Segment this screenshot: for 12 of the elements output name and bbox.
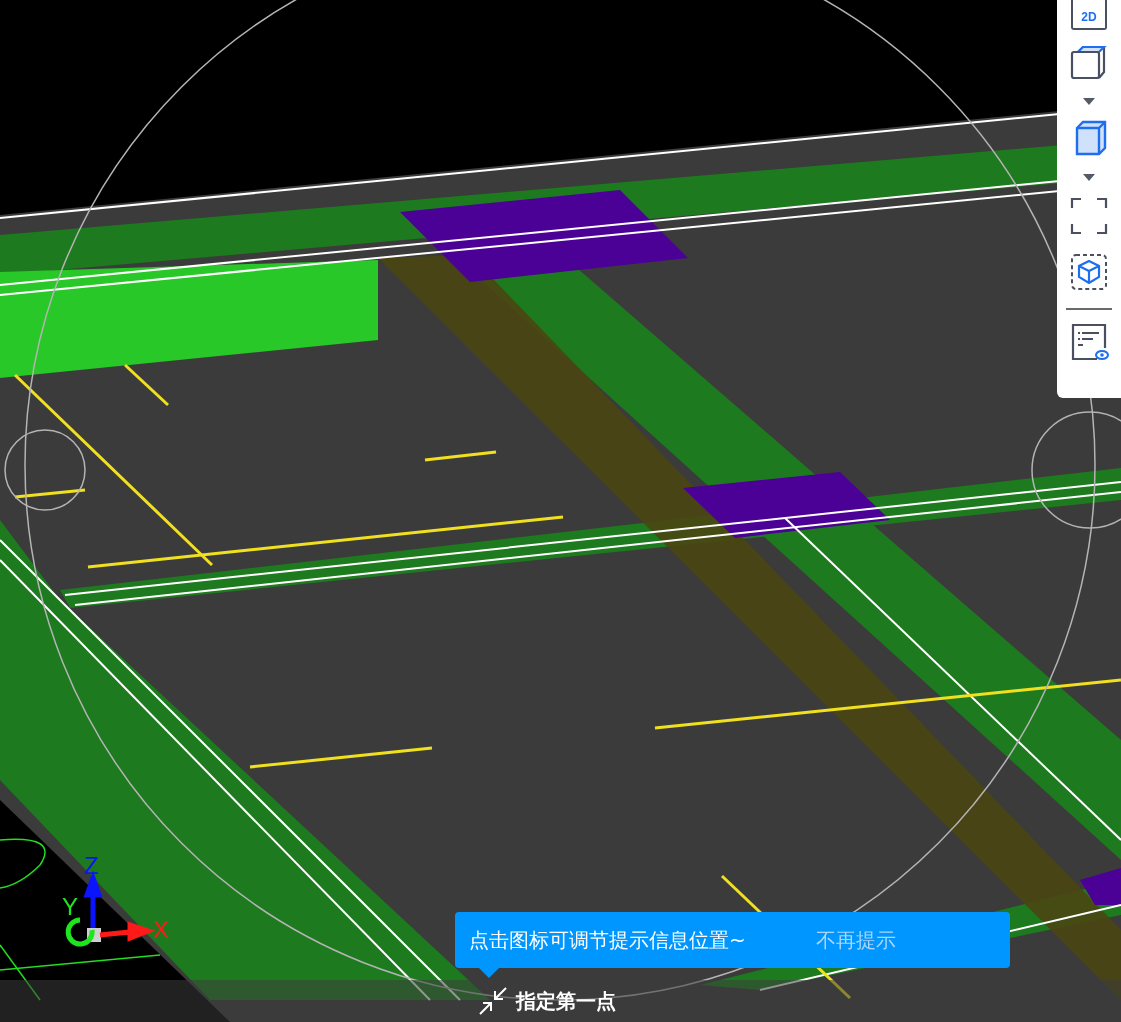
caret-icon <box>1083 174 1095 182</box>
axis-label: Z <box>84 852 99 879</box>
tip-message: 点击图标可调节提示信息位置~ <box>469 926 746 954</box>
axis-label: Y <box>62 893 78 920</box>
cube-icon <box>1069 252 1109 292</box>
command-prompt: 指定第一点 <box>516 987 616 1015</box>
slab-patch <box>1080 868 1121 905</box>
2d-view-button[interactable]: 2D <box>1071 0 1107 30</box>
frame-corners-icon <box>1069 196 1109 236</box>
axis-label: X <box>153 916 169 943</box>
list-eye-icon <box>1069 322 1109 362</box>
converging-arrows-icon[interactable] <box>478 986 508 1016</box>
